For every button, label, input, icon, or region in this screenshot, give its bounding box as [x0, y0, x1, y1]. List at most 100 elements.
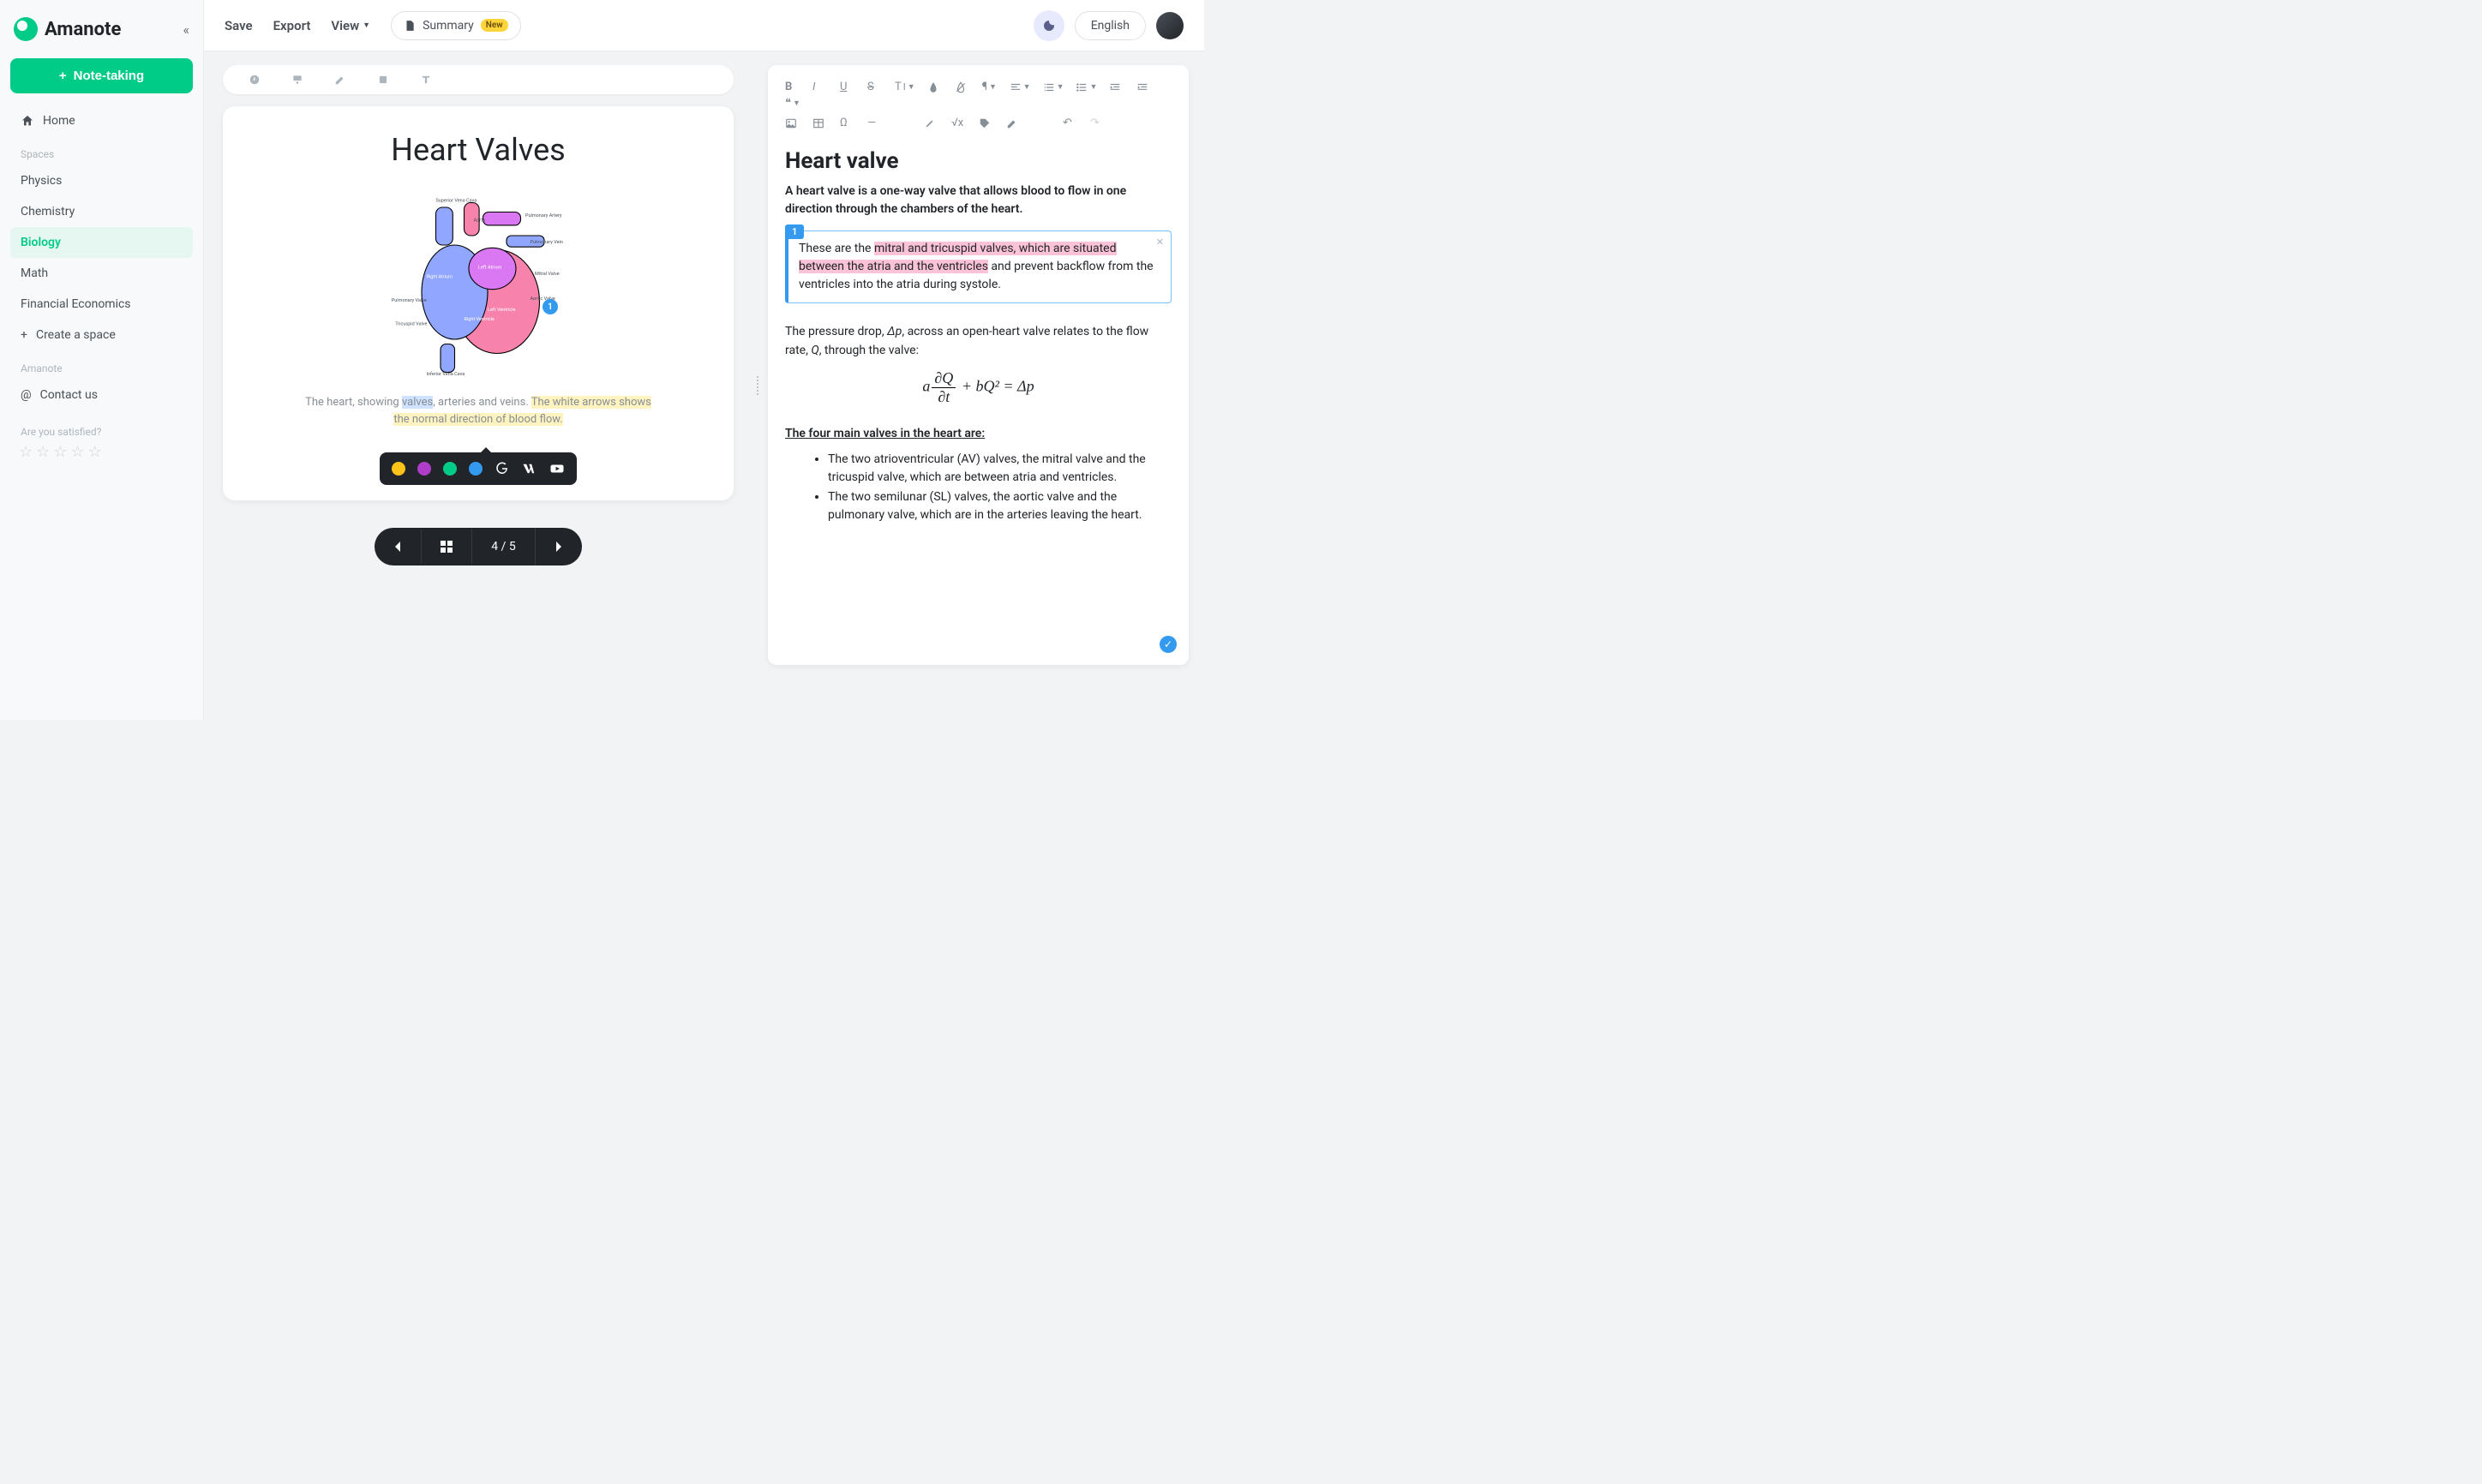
font-size-button[interactable]: TI▼: [895, 81, 915, 93]
equation[interactable]: a∂Q∂t + bQ² = Δp: [785, 369, 1172, 406]
note-icon[interactable]: [377, 74, 389, 86]
text-color-button[interactable]: [927, 81, 943, 93]
italic-button[interactable]: I: [812, 81, 828, 93]
pencil-icon[interactable]: [334, 74, 346, 86]
avatar[interactable]: [1156, 12, 1184, 39]
svg-text:Aorta: Aorta: [474, 218, 485, 224]
sidebar-item-contact[interactable]: @ Contact us: [10, 380, 193, 410]
close-icon[interactable]: ✕: [1156, 236, 1164, 248]
pager-count: 4 / 5: [472, 528, 535, 565]
star-icon[interactable]: ☆: [53, 443, 67, 461]
redo-button[interactable]: ↷: [1090, 117, 1106, 129]
save-menu[interactable]: Save: [225, 18, 253, 33]
symbol-button[interactable]: Ω: [840, 117, 855, 129]
highlight-button[interactable]: [924, 117, 939, 129]
space-label: Chemistry: [21, 205, 75, 218]
contact-label: Contact us: [40, 388, 98, 402]
align-button[interactable]: ▼: [1010, 81, 1031, 93]
underline-button[interactable]: U: [840, 81, 855, 93]
logo-icon: [14, 17, 38, 41]
color-purple[interactable]: [417, 462, 431, 476]
clock-icon[interactable]: [249, 74, 261, 86]
wikipedia-icon[interactable]: [522, 461, 537, 476]
indent-button[interactable]: [1136, 81, 1152, 93]
note-taking-button[interactable]: + Note-taking: [10, 58, 193, 93]
star-icon[interactable]: ☆: [19, 443, 33, 461]
satisfaction-label: Are you satisfied?: [10, 410, 193, 443]
reference-text: These are the mitral and tricuspid valve…: [799, 240, 1160, 294]
rating-stars[interactable]: ☆ ☆ ☆ ☆ ☆: [10, 443, 193, 461]
draw-button[interactable]: [1006, 117, 1022, 129]
star-icon[interactable]: ☆: [88, 443, 102, 461]
svg-text:Right Atrium: Right Atrium: [427, 275, 453, 280]
reference-marker[interactable]: 1: [543, 299, 558, 314]
space-label: Biology: [21, 236, 61, 249]
summary-button[interactable]: Summary New: [391, 11, 521, 40]
ol-button[interactable]: ▼: [1043, 81, 1064, 93]
four-valves-heading[interactable]: The four main valves in the heart are:: [785, 427, 1172, 440]
text-icon[interactable]: [420, 74, 432, 86]
color-green[interactable]: [443, 462, 457, 476]
hr-button[interactable]: —: [867, 117, 883, 129]
plus-icon: +: [21, 328, 27, 342]
outdent-button[interactable]: [1109, 81, 1124, 93]
svg-text:Pulmonary Vein: Pulmonary Vein: [531, 240, 563, 245]
note-taking-label: Note-taking: [74, 69, 145, 83]
view-menu[interactable]: View ▼: [331, 18, 370, 33]
sidebar-item-home[interactable]: Home: [10, 105, 193, 136]
notes-pane: B I U S TI▼ ¶▼ ▼ ▼ ▼ ❝▼: [763, 51, 1204, 720]
valve-list[interactable]: The two atrioventricular (AV) valves, th…: [785, 451, 1172, 524]
document-caption: The heart, showing valves, arteries and …: [298, 394, 658, 428]
sidebar-item-financial-economics[interactable]: Financial Economics: [10, 289, 193, 320]
new-badge: New: [481, 19, 508, 32]
pane-resize-handle[interactable]: [752, 373, 763, 398]
pressure-text[interactable]: The pressure drop, Δp, across an open-he…: [785, 322, 1172, 361]
color-blue[interactable]: [469, 462, 483, 476]
topbar: Save Export View ▼ Summary New English: [204, 0, 1204, 51]
summary-label: Summary: [423, 19, 474, 33]
notes-title[interactable]: Heart valve: [785, 148, 1172, 174]
star-icon[interactable]: ☆: [70, 443, 84, 461]
reference-number: 1: [785, 224, 804, 239]
language-button[interactable]: English: [1075, 11, 1146, 40]
space-label: Math: [21, 266, 48, 280]
google-icon[interactable]: [495, 461, 510, 476]
strike-button[interactable]: S: [867, 81, 883, 93]
sidebar-item-biology[interactable]: Biology: [10, 227, 193, 258]
table-button[interactable]: [812, 117, 828, 129]
quote-button[interactable]: ❝▼: [785, 97, 800, 110]
color-yellow[interactable]: [392, 462, 405, 476]
image-button[interactable]: [785, 117, 800, 129]
theme-toggle-button[interactable]: [1034, 10, 1064, 41]
sidebar-item-chemistry[interactable]: Chemistry: [10, 196, 193, 227]
ul-button[interactable]: ▼: [1076, 81, 1097, 93]
saved-check-icon: ✓: [1160, 636, 1177, 653]
document-pane: Heart Valves Superior Vena Cava Aorta Pu…: [204, 51, 752, 720]
pager-grid[interactable]: [422, 529, 472, 565]
create-space-button[interactable]: + Create a space: [10, 320, 193, 350]
svg-text:Pulmonary Artery: Pulmonary Artery: [525, 213, 562, 218]
paragraph-button[interactable]: ¶▼: [982, 81, 998, 93]
bold-button[interactable]: B: [785, 81, 800, 93]
export-menu[interactable]: Export: [273, 18, 311, 33]
clear-format-button[interactable]: [955, 81, 970, 93]
youtube-icon[interactable]: [549, 461, 565, 476]
svg-text:Pulmonary Valve: Pulmonary Valve: [392, 298, 427, 303]
logo[interactable]: Amanote: [14, 17, 121, 41]
undo-button[interactable]: ↶: [1063, 117, 1078, 129]
pager-prev[interactable]: [375, 530, 422, 564]
sidebar-item-math[interactable]: Math: [10, 258, 193, 289]
star-icon[interactable]: ☆: [36, 443, 50, 461]
presentation-icon[interactable]: [291, 74, 303, 86]
formula-button[interactable]: √x: [951, 117, 967, 129]
collapse-sidebar-icon[interactable]: «: [183, 21, 189, 38]
document-title: Heart Valves: [391, 132, 565, 168]
list-item: The two semilunar (SL) valves, the aorti…: [828, 488, 1172, 524]
notes-intro[interactable]: A heart valve is a one-way valve that al…: [785, 183, 1172, 218]
sidebar-item-physics[interactable]: Physics: [10, 165, 193, 196]
tag-button[interactable]: [979, 117, 994, 129]
heart-diagram: Superior Vena Cava Aorta Pulmonary Arter…: [384, 188, 573, 377]
sidebar-home-label: Home: [43, 114, 75, 128]
reference-block[interactable]: 1 ✕ These are the mitral and tricuspid v…: [785, 230, 1172, 303]
pager-next[interactable]: [536, 530, 582, 564]
